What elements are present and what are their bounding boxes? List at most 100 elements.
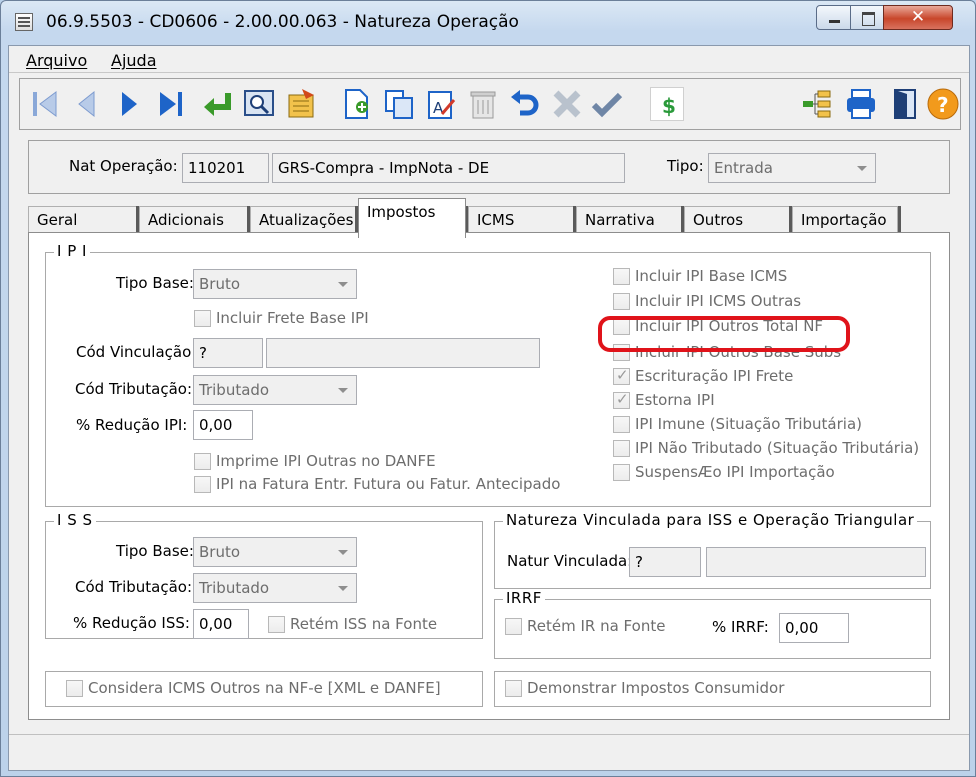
window-title: 06.9.5503 - CD0606 - 2.00.00.063 - Natur… xyxy=(46,12,519,32)
app-menu-icon[interactable] xyxy=(15,13,33,31)
checkbox-box xyxy=(194,476,211,493)
undo-icon[interactable] xyxy=(508,87,542,121)
minimize-button[interactable] xyxy=(816,5,851,30)
demonstrar-impostos-label: Demonstrar Impostos Consumidor xyxy=(527,679,785,697)
price-icon[interactable]: $ xyxy=(650,87,684,121)
cod-vinculacao-label: Cód Vinculação: xyxy=(76,343,197,361)
checkbox-box xyxy=(613,464,630,481)
retem-ir-label: Retém IR na Fonte xyxy=(527,617,666,635)
toolbar: A $ ? xyxy=(19,78,961,130)
printer-icon[interactable] xyxy=(844,87,878,121)
iss-tipo-base-select[interactable]: Bruto xyxy=(193,537,357,567)
tab-atualizacoes[interactable]: Atualizações xyxy=(250,206,357,232)
tab-narrativa[interactable]: Narrativa xyxy=(576,206,682,232)
retem-iss-label: Retém ISS na Fonte xyxy=(290,615,438,633)
checkbox-box xyxy=(613,416,630,433)
irrf-group: IRRF Retém IR na Fonte % IRRF: 0,00 xyxy=(494,589,931,659)
tree-icon[interactable] xyxy=(800,87,834,121)
application-window: 06.9.5503 - CD0606 - 2.00.00.063 - Natur… xyxy=(0,0,976,777)
iss-cod-tributacao-value: Tributado xyxy=(199,579,270,597)
suspensao-ipi-importacao-label: SuspensÆo IPI Importação xyxy=(635,463,835,481)
status-bar xyxy=(9,734,969,770)
incluir-ipi-icms-outras-label: Incluir IPI ICMS Outras xyxy=(635,292,802,310)
iss-group: I S S Tipo Base: Bruto Cód Tributação: T… xyxy=(45,511,483,639)
considera-icms-label: Considera ICMS Outros na NF-e [XML e DAN… xyxy=(88,679,441,697)
ipi-tipo-base-select[interactable]: Bruto xyxy=(193,269,357,299)
svg-text:?: ? xyxy=(937,93,949,117)
reducao-ipi-field[interactable]: 0,00 xyxy=(193,410,253,440)
estorna-ipi-label: Estorna IPI xyxy=(635,391,715,409)
chevron-down-icon xyxy=(338,282,348,287)
ipi-cod-tributacao-value: Tributado xyxy=(199,381,270,399)
copy-record-icon[interactable] xyxy=(382,87,416,121)
last-record-icon[interactable] xyxy=(154,87,188,121)
header-panel: Nat Operação: 110201 GRS-Compra - ImpNot… xyxy=(28,140,950,194)
nat-operacao-label: Nat Operação: xyxy=(69,157,178,175)
chevron-down-icon xyxy=(338,388,348,393)
considera-icms-group: Considera ICMS Outros na NF-e [XML e DAN… xyxy=(45,671,483,707)
title-bar[interactable]: 06.9.5503 - CD0606 - 2.00.00.063 - Natur… xyxy=(1,1,975,45)
next-record-icon[interactable] xyxy=(112,87,146,121)
irrf-percent-label: % IRRF: xyxy=(712,618,769,636)
menu-arquivo[interactable]: Arquivo xyxy=(26,51,87,70)
report-icon[interactable] xyxy=(284,87,318,121)
previous-record-icon[interactable] xyxy=(70,87,104,121)
tab-geral[interactable]: Geral xyxy=(28,206,138,232)
tab-outros[interactable]: Outros xyxy=(684,206,790,232)
irrf-group-title: IRRF xyxy=(503,589,545,607)
natur-vinculada-label: Natur Vinculada: xyxy=(507,552,633,570)
ipi-cod-tributacao-label: Cód Tributação: xyxy=(75,380,193,398)
checkbox-box-checked xyxy=(613,366,630,385)
tab-impostos[interactable]: Impostos xyxy=(358,198,466,238)
imprime-ipi-outras-label: Imprime IPI Outras no DANFE xyxy=(216,452,436,470)
cod-vinculacao-desc-field[interactable] xyxy=(266,338,540,368)
first-record-icon[interactable] xyxy=(28,87,62,121)
menu-ajuda[interactable]: Ajuda xyxy=(111,51,157,70)
client-area: Arquivo Ajuda A $ ? Nat Operação: 110201… xyxy=(8,45,970,771)
maximize-button[interactable] xyxy=(850,5,884,30)
iss-tipo-base-value: Bruto xyxy=(199,543,241,561)
incluir-ipi-base-icms-label: Incluir IPI Base ICMS xyxy=(635,267,788,285)
exit-door-icon[interactable] xyxy=(888,87,922,121)
iss-cod-tributacao-label: Cód Tributação: xyxy=(75,578,193,596)
ipi-nao-tributado-label: IPI Não Tributado (Situação Tributária) xyxy=(635,439,920,457)
save-icon[interactable] xyxy=(590,87,624,121)
checkbox-box xyxy=(268,616,285,633)
checkbox-box xyxy=(613,268,630,285)
escrituracao-ipi-frete-label: Escrituração IPI Frete xyxy=(635,367,794,385)
demonstrar-impostos-group: Demonstrar Impostos Consumidor xyxy=(494,671,931,707)
delete-record-icon[interactable] xyxy=(466,87,500,121)
menu-bar: Arquivo Ajuda xyxy=(9,46,969,73)
nat-operacao-code-field[interactable]: 110201 xyxy=(182,153,269,183)
checkbox-box xyxy=(505,680,522,697)
close-button[interactable]: ✕ xyxy=(883,5,953,30)
tab-importacao[interactable]: Importação xyxy=(792,206,898,232)
impostos-tab-content: I P I Tipo Base: Bruto Incluir Frete Bas… xyxy=(28,232,950,720)
goto-record-icon[interactable] xyxy=(200,87,234,121)
ipi-imune-label: IPI Imune (Situação Tributária) xyxy=(635,415,862,433)
tipo-select-value: Entrada xyxy=(714,159,773,177)
irrf-percent-field[interactable]: 0,00 xyxy=(779,613,849,643)
natur-vinculada-field[interactable]: ? xyxy=(629,547,701,577)
tipo-select[interactable]: Entrada xyxy=(708,153,876,183)
checkbox-box xyxy=(66,680,83,697)
natur-vinculada-desc-field[interactable] xyxy=(706,547,926,577)
checkbox-box xyxy=(194,453,211,470)
tab-icms[interactable]: ICMS xyxy=(468,206,574,232)
nat-operacao-desc-field[interactable]: GRS-Compra - ImpNota - DE xyxy=(272,153,625,183)
checkbox-box xyxy=(613,440,630,457)
tab-adicionais[interactable]: Adicionais xyxy=(139,206,249,232)
incluir-frete-label: Incluir Frete Base IPI xyxy=(216,309,369,327)
iss-cod-tributacao-select[interactable]: Tributado xyxy=(193,573,357,603)
ipi-group: I P I Tipo Base: Bruto Incluir Frete Bas… xyxy=(45,242,931,507)
help-icon[interactable]: ? xyxy=(926,87,960,121)
new-record-icon[interactable] xyxy=(340,87,374,121)
ipi-cod-tributacao-select[interactable]: Tributado xyxy=(193,375,357,405)
reducao-iss-field[interactable]: 0,00 xyxy=(193,609,249,639)
edit-record-icon[interactable]: A xyxy=(424,87,458,121)
cancel-icon[interactable] xyxy=(550,87,584,121)
checkbox-box xyxy=(505,618,522,635)
search-record-icon[interactable] xyxy=(242,87,276,121)
cod-vinculacao-field[interactable]: ? xyxy=(193,338,263,368)
reducao-ipi-label: % Redução IPI: xyxy=(76,416,188,434)
